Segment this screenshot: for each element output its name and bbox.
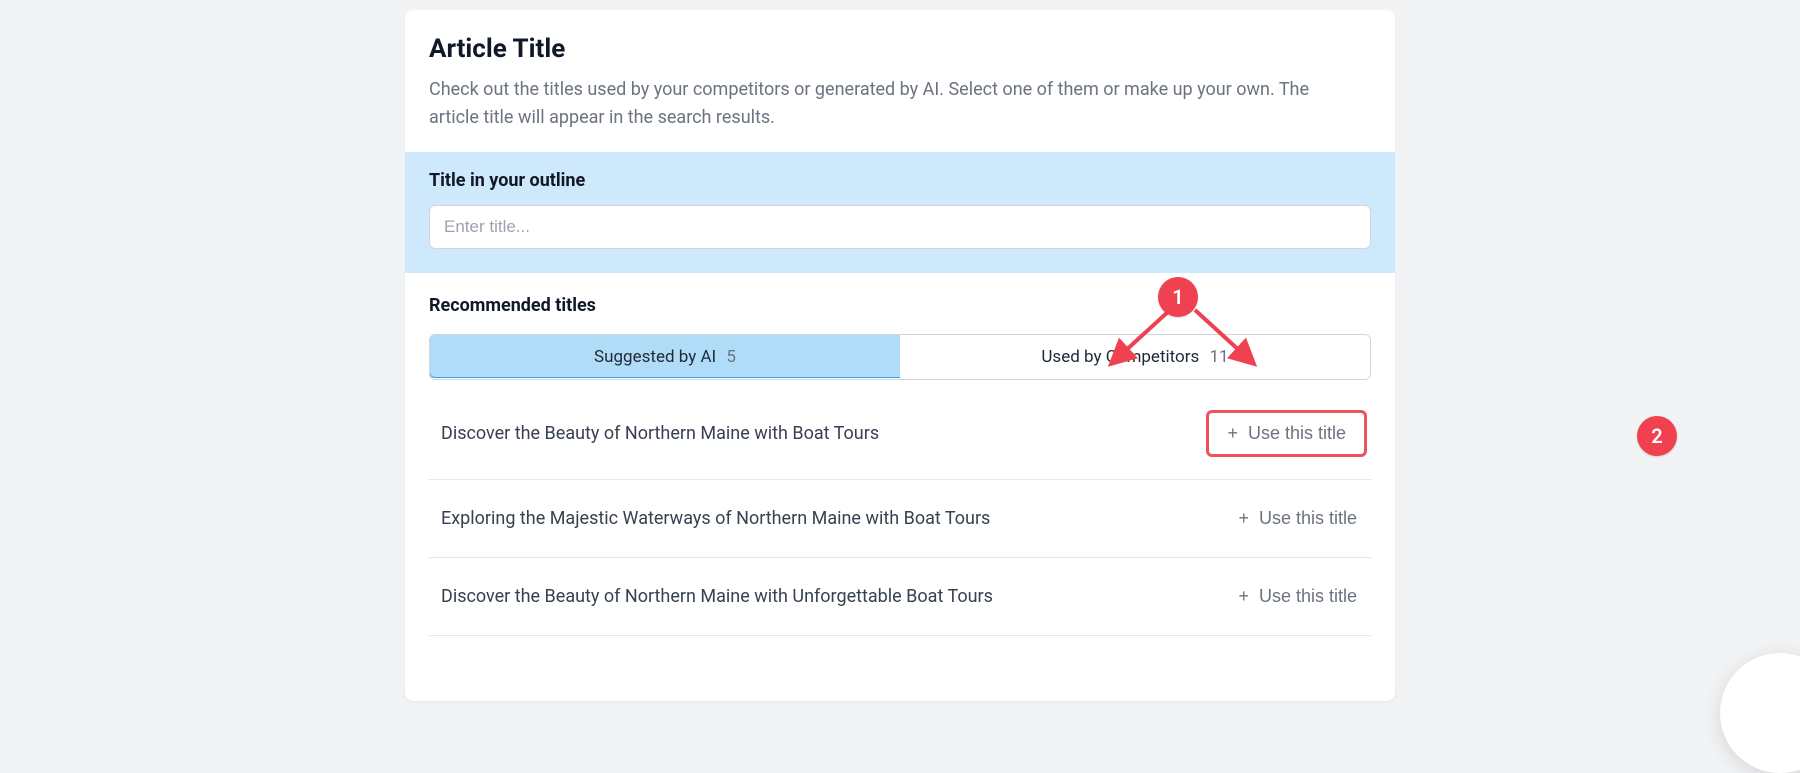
tab-comp-count: 11	[1210, 347, 1229, 367]
card-header: Article Title Check out the titles used …	[405, 10, 1395, 152]
use-this-title-button[interactable]: + Use this title	[1217, 417, 1356, 450]
floating-help-bubble[interactable]	[1720, 653, 1800, 773]
tab-ai-label: Suggested by AI	[594, 347, 716, 367]
plus-icon: +	[1238, 586, 1249, 607]
recommended-list: Discover the Beauty of Northern Maine wi…	[429, 388, 1371, 701]
article-title-card: Article Title Check out the titles used …	[405, 10, 1395, 701]
title-suggestion: Discover the Beauty of Northern Maine wi…	[433, 586, 1228, 607]
article-title-input[interactable]	[429, 205, 1371, 249]
page-description: Check out the titles used by your compet…	[429, 76, 1329, 132]
tab-comp-label: Used by Competitors	[1041, 347, 1199, 367]
page-title: Article Title	[429, 34, 1371, 64]
outline-label: Title in your outline	[429, 170, 1371, 191]
use-this-title-button[interactable]: + Use this title	[1228, 580, 1367, 613]
annotation-badge-1: 1	[1158, 277, 1198, 317]
tab-used-by-competitors[interactable]: Used by Competitors 11	[900, 335, 1370, 379]
title-suggestion: Discover the Beauty of Northern Maine wi…	[433, 423, 1206, 444]
use-this-title-button[interactable]: + Use this title	[1228, 502, 1367, 535]
tab-ai-count: 5	[726, 347, 736, 367]
title-outline-section: Title in your outline	[405, 152, 1395, 273]
list-item: Exploring the Majestic Waterways of Nort…	[429, 480, 1371, 558]
list-item: Discover the Beauty of Northern Maine wi…	[429, 388, 1371, 480]
recommended-tabs: Suggested by AI 5 Used by Competitors 11	[429, 334, 1371, 380]
list-item: placeholder	[429, 636, 1371, 701]
title-suggestion: Exploring the Majestic Waterways of Nort…	[433, 508, 1228, 529]
annotation-highlight-box: + Use this title	[1206, 410, 1367, 457]
title-suggestion-truncated: placeholder	[433, 658, 1367, 679]
annotation-badge-2: 2	[1637, 416, 1677, 456]
tab-suggested-by-ai[interactable]: Suggested by AI 5	[429, 334, 901, 378]
plus-icon: +	[1227, 423, 1238, 444]
plus-icon: +	[1238, 508, 1249, 529]
list-item: Discover the Beauty of Northern Maine wi…	[429, 558, 1371, 636]
use-button-label: Use this title	[1259, 508, 1357, 529]
recommended-heading: Recommended titles	[429, 295, 1371, 316]
use-button-label: Use this title	[1248, 423, 1346, 444]
recommended-section: Recommended titles Suggested by AI 5 Use…	[405, 273, 1395, 701]
use-button-label: Use this title	[1259, 586, 1357, 607]
